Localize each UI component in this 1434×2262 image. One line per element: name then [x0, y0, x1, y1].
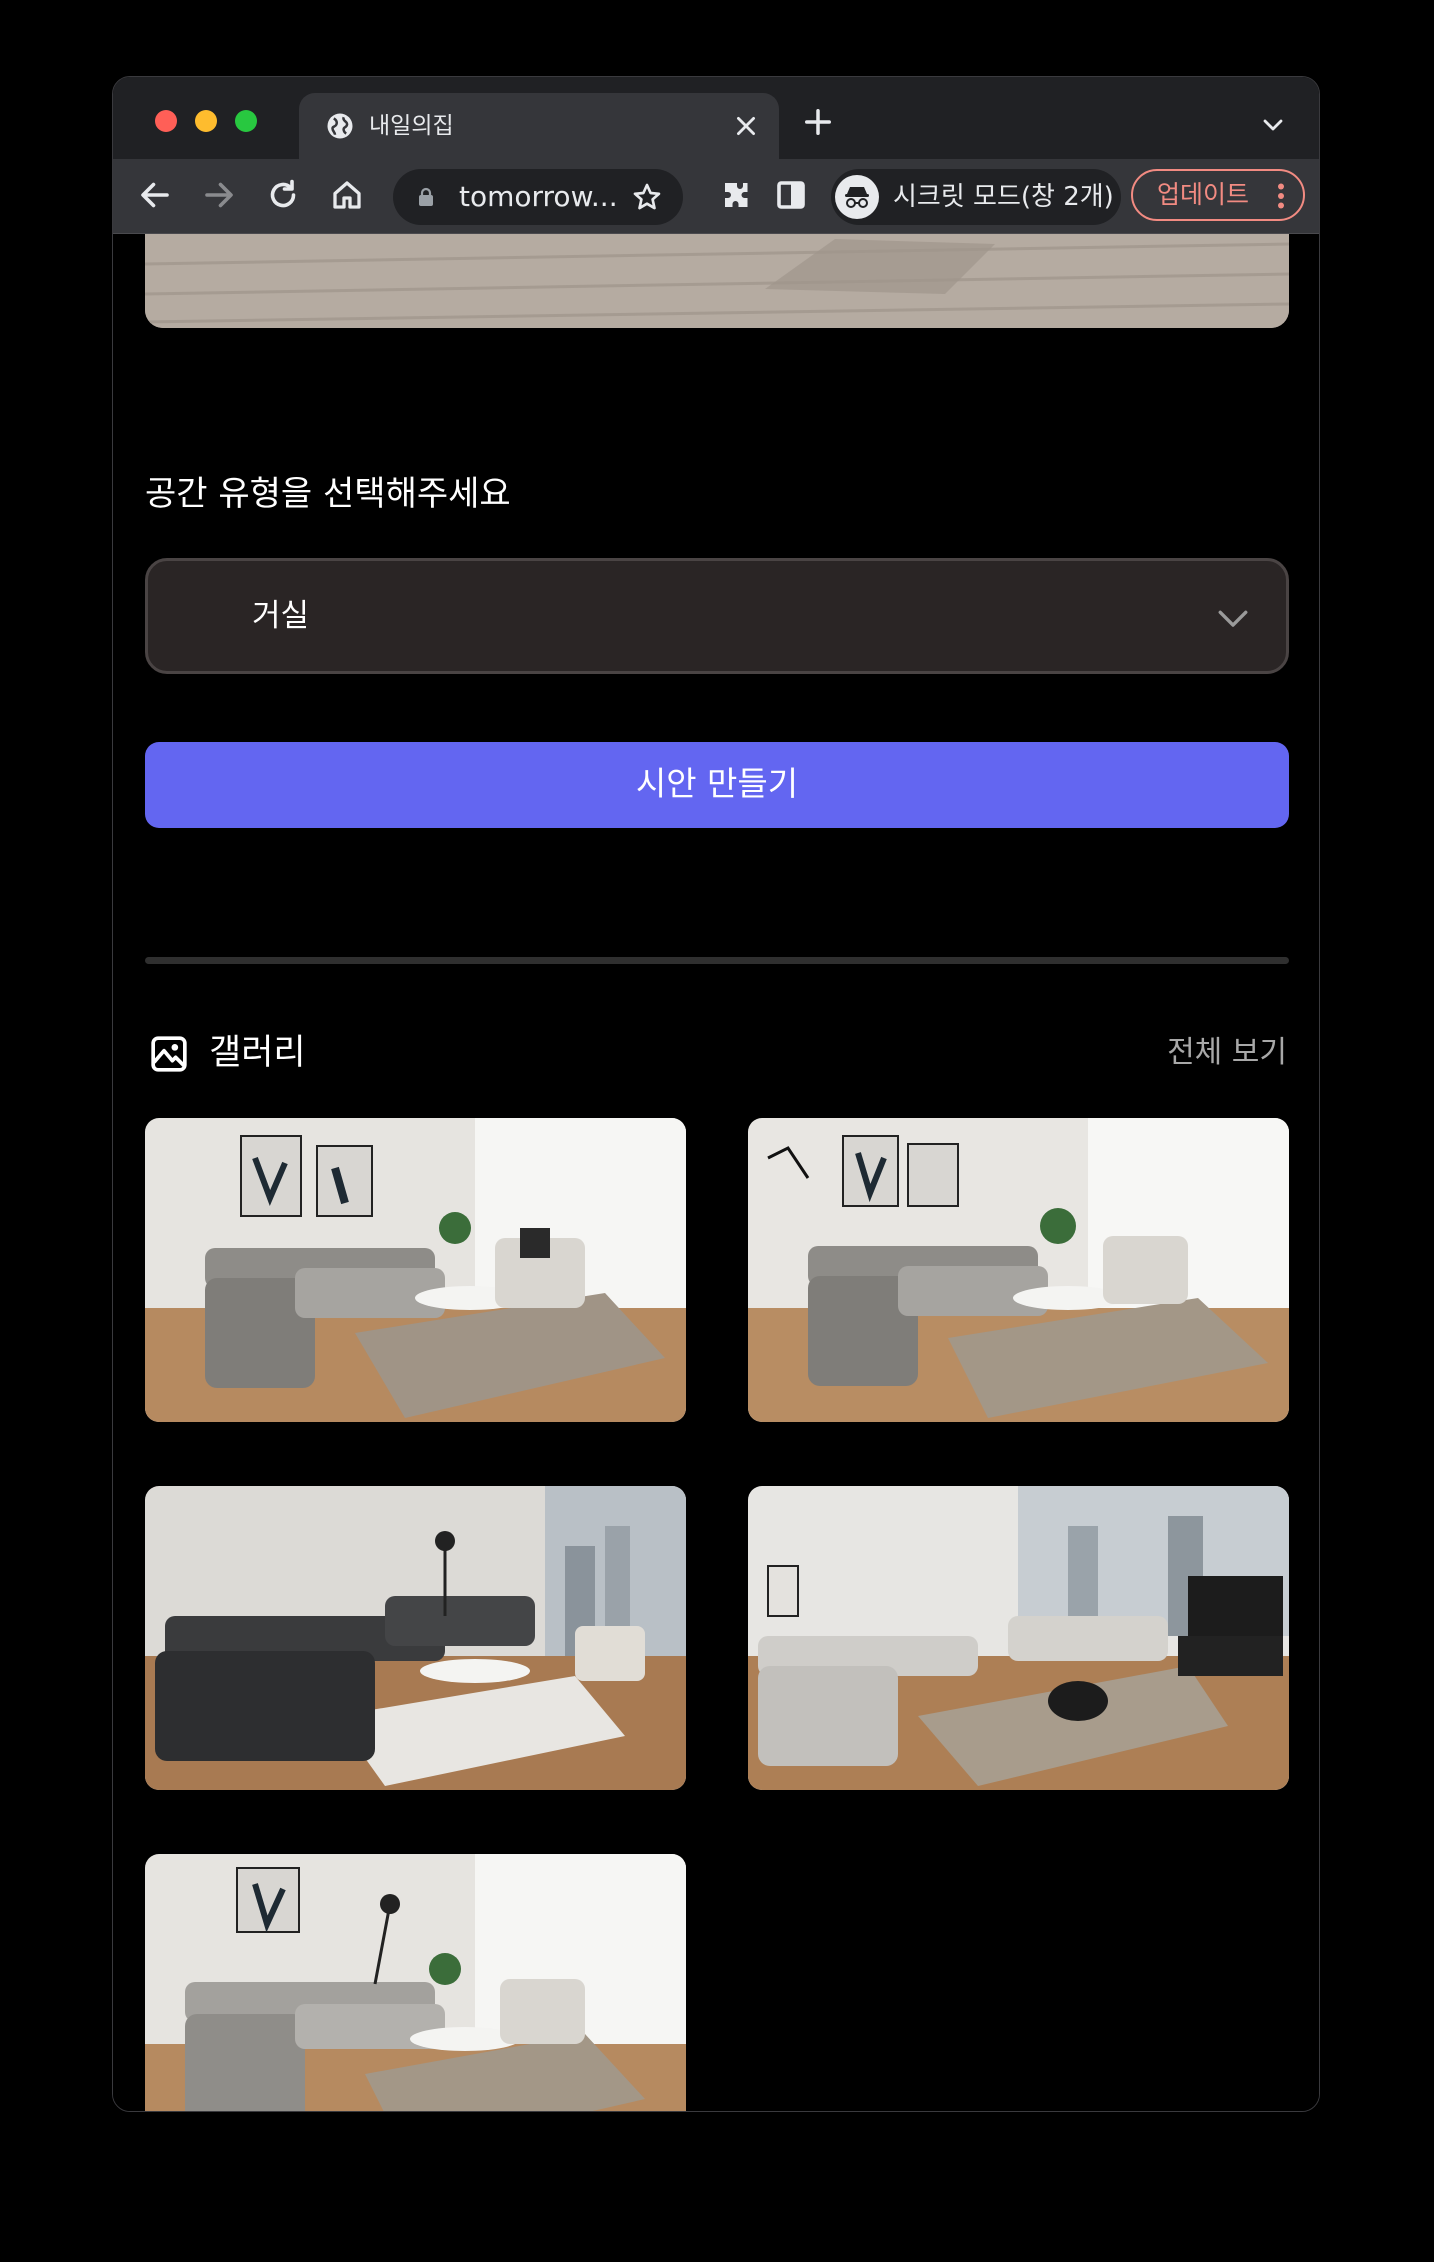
- extensions-icon[interactable]: [719, 177, 755, 213]
- section-divider: [145, 957, 1289, 964]
- gallery-item[interactable]: [145, 1854, 686, 2111]
- gallery-title: 갤러리: [209, 1033, 306, 1073]
- create-design-button[interactable]: 시안 만들기: [145, 742, 1289, 828]
- gallery-item[interactable]: [145, 1118, 686, 1422]
- room-photo-preview: [145, 234, 1289, 328]
- incognito-indicator[interactable]: 시크릿 모드(창 2개): [831, 169, 1121, 225]
- plus-icon[interactable]: [803, 107, 833, 137]
- chevron-down-icon: [1218, 610, 1248, 627]
- image-icon: [151, 1036, 187, 1072]
- kebab-menu-icon[interactable]: [1277, 183, 1285, 209]
- update-button[interactable]: 업데이트: [1131, 169, 1305, 221]
- gallery-item[interactable]: [748, 1486, 1289, 1790]
- incognito-icon: [835, 175, 879, 219]
- tab-title: 내일의집: [369, 113, 454, 139]
- space-type-label: 공간 유형을 선택해주세요: [145, 474, 511, 514]
- create-design-label: 시안 만들기: [635, 764, 799, 803]
- home-icon[interactable]: [329, 177, 365, 213]
- reload-icon[interactable]: [265, 177, 301, 213]
- globe-icon: [327, 113, 353, 139]
- space-type-value: 거실: [252, 598, 310, 634]
- gallery-item[interactable]: [748, 1118, 1289, 1422]
- lock-icon: [419, 187, 433, 206]
- gallery-item[interactable]: [145, 1486, 686, 1790]
- update-label: 업데이트: [1157, 180, 1250, 209]
- browser-window: 내일의집 tomorrow... 시크릿 모드(창 2개) 업데이트 공간 유형…: [112, 76, 1320, 2112]
- tab-strip: 내일의집: [113, 77, 1319, 159]
- space-type-select[interactable]: 거실: [145, 558, 1289, 674]
- see-all-link[interactable]: 전체 보기: [1167, 1032, 1287, 1074]
- back-icon[interactable]: [137, 177, 173, 213]
- address-bar[interactable]: tomorrow...: [393, 169, 683, 225]
- minimize-window-button[interactable]: [195, 110, 217, 132]
- maximize-window-button[interactable]: [235, 110, 257, 132]
- side-panel-icon[interactable]: [773, 177, 809, 213]
- chevron-down-icon[interactable]: [1261, 113, 1285, 137]
- url-text: tomorrow...: [459, 180, 618, 213]
- star-icon[interactable]: [631, 181, 663, 213]
- page-content: 공간 유형을 선택해주세요 거실 시안 만들기 갤러리 전체 보기: [113, 234, 1319, 2111]
- browser-tab-active[interactable]: 내일의집: [299, 93, 779, 159]
- close-icon[interactable]: [733, 113, 759, 139]
- incognito-label: 시크릿 모드(창 2개): [893, 182, 1114, 212]
- forward-icon[interactable]: [201, 177, 237, 213]
- close-window-button[interactable]: [155, 110, 177, 132]
- browser-toolbar: tomorrow... 시크릿 모드(창 2개) 업데이트: [113, 159, 1319, 234]
